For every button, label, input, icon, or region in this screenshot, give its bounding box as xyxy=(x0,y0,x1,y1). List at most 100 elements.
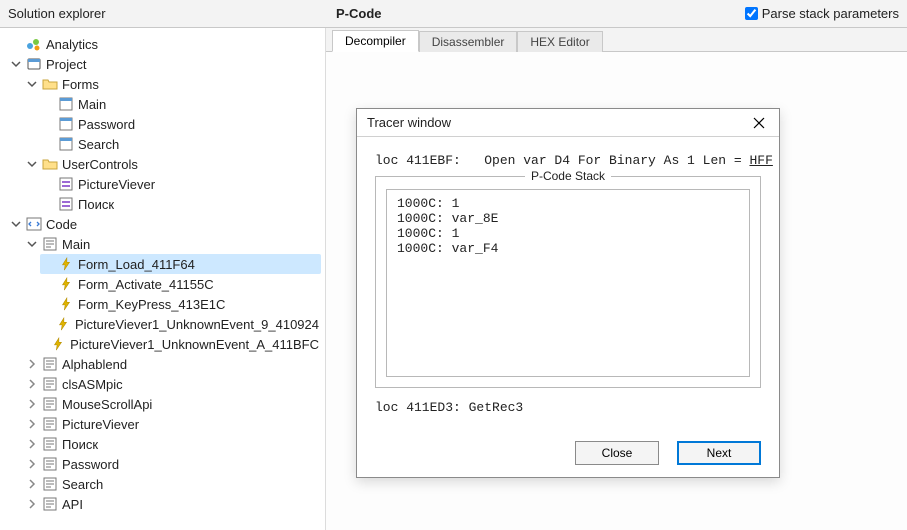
tree-node-module[interactable]: API xyxy=(24,494,321,514)
tree-label: UserControls xyxy=(62,157,138,172)
tree-node-form[interactable]: Main xyxy=(40,94,321,114)
solution-explorer-panel: Analytics Project xyxy=(0,28,326,530)
content-panel: Decompiler Disassembler HEX Editor Trace… xyxy=(326,28,907,530)
chevron-right-icon[interactable] xyxy=(26,438,38,450)
tree-label: Password xyxy=(62,457,119,472)
module-icon xyxy=(42,436,58,452)
tree-node-code-main[interactable]: Main xyxy=(24,234,321,254)
lightning-icon xyxy=(55,316,71,332)
chevron-right-icon[interactable] xyxy=(26,458,38,470)
tab-disassembler[interactable]: Disassembler xyxy=(419,31,518,52)
chevron-down-icon[interactable] xyxy=(26,78,38,90)
stack-caption: P-Code Stack xyxy=(525,169,611,183)
solution-explorer-title: Solution explorer xyxy=(8,6,326,21)
tree-label: Alphablend xyxy=(62,357,127,372)
tree-node-module[interactable]: Alphablend xyxy=(24,354,321,374)
tree-node-analytics[interactable]: Analytics xyxy=(8,34,321,54)
pcode-stack-box: 1000C: 11000C: var_8E1000C: 11000C: var_… xyxy=(386,189,750,377)
module-icon xyxy=(42,496,58,512)
chevron-right-icon[interactable] xyxy=(26,498,38,510)
form-icon xyxy=(58,136,74,152)
stack-line: 1000C: 1 xyxy=(397,196,739,211)
lightning-icon xyxy=(58,256,74,272)
module-icon xyxy=(42,476,58,492)
stack-line: 1000C: var_8E xyxy=(397,211,739,226)
parse-stack-toggle[interactable]: Parse stack parameters xyxy=(745,6,899,21)
tab-hex-editor[interactable]: HEX Editor xyxy=(517,31,602,52)
form-icon xyxy=(58,116,74,132)
tree-node-module[interactable]: PictureViever xyxy=(24,414,321,434)
tree-label: PictureViever1_UnknownEvent_9_410924 xyxy=(75,317,319,332)
close-icon[interactable] xyxy=(745,112,773,134)
tree-node-form[interactable]: Password xyxy=(40,114,321,134)
stack-line: 1000C: 1 xyxy=(397,226,739,241)
tree-node-usercontrol[interactable]: PictureViever xyxy=(40,174,321,194)
tree-node-module[interactable]: Search xyxy=(24,474,321,494)
tree-node-module[interactable]: Password xyxy=(24,454,321,474)
tree-label: Search xyxy=(62,477,103,492)
chevron-right-icon[interactable] xyxy=(26,398,38,410)
tree-node-procedure[interactable]: Form_Activate_41155C xyxy=(40,274,321,294)
folder-open-icon xyxy=(42,156,58,172)
tree-label: Analytics xyxy=(46,37,98,52)
lightning-icon xyxy=(58,296,74,312)
chevron-right-icon[interactable] xyxy=(26,418,38,430)
tree-node-procedure[interactable]: PictureViever1_UnknownEvent_A_411BFC xyxy=(40,334,321,354)
tree-node-procedure[interactable]: Form_Load_411F64 xyxy=(40,254,321,274)
tree-node-project[interactable]: Project xyxy=(8,54,321,74)
module-icon xyxy=(42,456,58,472)
close-button[interactable]: Close xyxy=(575,441,659,465)
tracer-title-text: Tracer window xyxy=(367,115,451,130)
chevron-down-icon[interactable] xyxy=(10,218,22,230)
tree-label: Project xyxy=(46,57,86,72)
tree-label: clsASMpic xyxy=(62,377,123,392)
tree-label: Search xyxy=(78,137,119,152)
tree-node-module[interactable]: MouseScrollApi xyxy=(24,394,321,414)
tree-label: Main xyxy=(62,237,90,252)
chevron-down-icon[interactable] xyxy=(10,58,22,70)
module-icon xyxy=(42,376,58,392)
module-icon xyxy=(42,356,58,372)
tree-label: Main xyxy=(78,97,106,112)
tree-node-usercontrols[interactable]: UserControls xyxy=(24,154,321,174)
chevron-right-icon[interactable] xyxy=(26,378,38,390)
tree-node-forms[interactable]: Forms xyxy=(24,74,321,94)
parse-stack-label: Parse stack parameters xyxy=(762,6,899,21)
lightning-icon xyxy=(50,336,66,352)
tracer-next-instruction: loc 411ED3: GetRec3 xyxy=(375,400,761,415)
tree-label: PictureViever xyxy=(78,177,155,192)
lightning-icon xyxy=(58,276,74,292)
content-tabs: Decompiler Disassembler HEX Editor xyxy=(326,28,907,52)
tracer-titlebar[interactable]: Tracer window xyxy=(357,109,779,137)
tree-label: Поиск xyxy=(78,197,114,212)
chevron-right-icon[interactable] xyxy=(26,478,38,490)
tree-node-code[interactable]: Code xyxy=(8,214,321,234)
tree-node-module[interactable]: clsASMpic xyxy=(24,374,321,394)
chevron-down-icon[interactable] xyxy=(26,158,38,170)
tree: Analytics Project xyxy=(4,34,321,514)
tree-node-module[interactable]: Поиск xyxy=(24,434,321,454)
tree-label: Password xyxy=(78,117,135,132)
top-header: Solution explorer P-Code Parse stack par… xyxy=(0,0,907,28)
tab-decompiler[interactable]: Decompiler xyxy=(332,30,419,52)
next-button[interactable]: Next xyxy=(677,441,761,465)
tracer-current-instruction: loc 411EBF: Open var D4 For Binary As 1 … xyxy=(375,153,761,168)
chevron-right-icon[interactable] xyxy=(26,358,38,370)
code-icon xyxy=(26,216,42,232)
form-icon xyxy=(58,96,74,112)
project-icon xyxy=(26,56,42,72)
pcode-stack-group: P-Code Stack 1000C: 11000C: var_8E1000C:… xyxy=(375,176,761,388)
parse-stack-checkbox[interactable] xyxy=(745,7,758,20)
tree-label: PictureViever1_UnknownEvent_A_411BFC xyxy=(70,337,319,352)
chevron-down-icon[interactable] xyxy=(26,238,38,250)
tree-label: Form_Activate_41155C xyxy=(78,277,214,292)
module-icon xyxy=(42,396,58,412)
tree-label: Form_Load_411F64 xyxy=(78,257,195,272)
tree-node-usercontrol[interactable]: Поиск xyxy=(40,194,321,214)
stack-line: 1000C: var_F4 xyxy=(397,241,739,256)
tree-node-procedure[interactable]: Form_KeyPress_413E1C xyxy=(40,294,321,314)
tree-node-procedure[interactable]: PictureViever1_UnknownEvent_9_410924 xyxy=(40,314,321,334)
tree-node-form[interactable]: Search xyxy=(40,134,321,154)
folder-open-icon xyxy=(42,76,58,92)
tracer-link[interactable]: HFF xyxy=(749,153,772,168)
